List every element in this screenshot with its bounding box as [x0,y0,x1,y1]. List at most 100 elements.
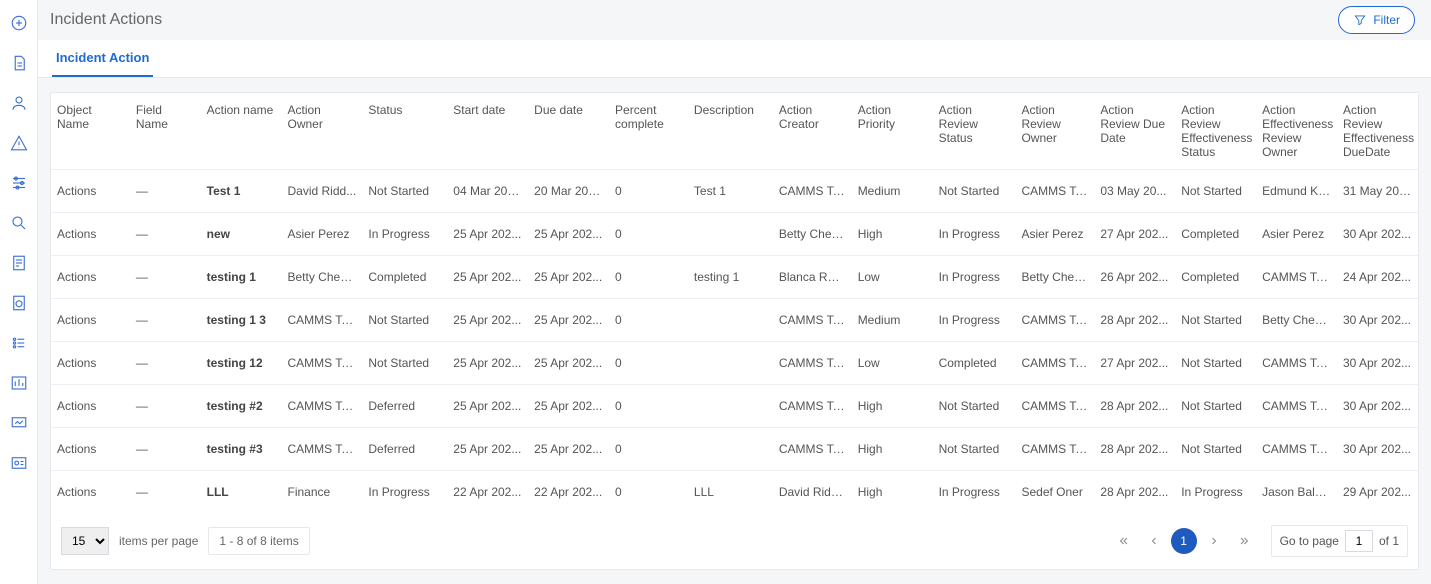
cell-desc [688,428,773,471]
column-header[interactable]: Action Review Due Date [1094,93,1175,170]
column-header[interactable]: Start date [447,93,528,170]
cell-field: — [130,170,201,213]
cell-status: Not Started [362,170,447,213]
cell-due: 25 Apr 202... [528,213,609,256]
page-next-button[interactable] [1201,528,1227,554]
cell-effowner: Betty Cheo... [1256,299,1337,342]
cell-pct: 0 [609,256,688,299]
user-icon[interactable] [8,92,30,114]
alert-icon[interactable] [8,132,30,154]
column-header[interactable]: Action Priority [852,93,933,170]
page-last-button[interactable] [1231,528,1257,554]
column-header[interactable]: Percent complete [609,93,688,170]
file-icon[interactable] [8,252,30,274]
cell-rstatus: In Progress [933,471,1016,514]
filter-icon [1353,13,1367,27]
cell-pct: 0 [609,428,688,471]
column-header[interactable]: Field Name [130,93,201,170]
table-row[interactable]: Actions—testing 12CAMMS Tes...Not Starte… [51,342,1418,385]
cell-object: Actions [51,213,130,256]
column-header[interactable]: Object Name [51,93,130,170]
table-row[interactable]: Actions—testing 1Betty Cheo...Completed2… [51,256,1418,299]
cell-effowner: CAMMS Tes... [1256,256,1337,299]
cell-effstatus: Completed [1175,256,1256,299]
table-row[interactable]: Actions—testing #2CAMMS Tes...Deferred25… [51,385,1418,428]
cell-pct: 0 [609,385,688,428]
cell-effstatus: Not Started [1175,299,1256,342]
cell-effdue: 30 Apr 202... [1337,213,1418,256]
column-header[interactable]: Action name [201,93,282,170]
cell-object: Actions [51,170,130,213]
cell-owner: Betty Cheo... [282,256,363,299]
column-header[interactable]: Action Effectiveness Review Owner [1256,93,1337,170]
cell-owner: Asier Perez [282,213,363,256]
page-first-button[interactable] [1111,528,1137,554]
cell-priority: Low [852,342,933,385]
cell-start: 25 Apr 202... [447,385,528,428]
cell-creator: CAMMS Tes... [773,428,852,471]
column-header[interactable]: Action Review Owner [1015,93,1094,170]
column-header[interactable]: Action Owner [282,93,363,170]
column-header[interactable]: Action Review Effectiveness Status [1175,93,1256,170]
filter-button[interactable]: Filter [1338,6,1415,34]
table-row[interactable]: Actions—LLLFinanceIn Progress22 Apr 202.… [51,471,1418,514]
cell-status: Not Started [362,299,447,342]
chart-icon[interactable] [8,372,30,394]
settings-icon[interactable] [8,172,30,194]
cell-name: testing #3 [201,428,282,471]
filter-label: Filter [1373,13,1400,27]
current-page[interactable]: 1 [1171,528,1197,554]
column-header[interactable]: Description [688,93,773,170]
cell-object: Actions [51,428,130,471]
search-icon[interactable] [8,212,30,234]
screen-icon[interactable] [8,412,30,434]
cell-effdue: 30 Apr 202... [1337,342,1418,385]
cell-status: In Progress [362,471,447,514]
cell-object: Actions [51,385,130,428]
cell-desc [688,385,773,428]
cell-due: 25 Apr 202... [528,256,609,299]
table-row[interactable]: Actions—Test 1David Ridd...Not Started04… [51,170,1418,213]
column-header[interactable]: Status [362,93,447,170]
cell-rowner: Asier Perez [1015,213,1094,256]
cell-rdue: 03 May 20... [1094,170,1175,213]
table-row[interactable]: Actions—newAsier PerezIn Progress25 Apr … [51,213,1418,256]
cell-object: Actions [51,471,130,514]
cell-effdue: 29 Apr 202... [1337,471,1418,514]
cell-object: Actions [51,299,130,342]
cell-start: 25 Apr 202... [447,213,528,256]
cell-pct: 0 [609,342,688,385]
cell-priority: High [852,213,933,256]
cell-pct: 0 [609,213,688,256]
cell-name: testing 1 3 [201,299,282,342]
column-header[interactable]: Due date [528,93,609,170]
cell-pct: 0 [609,170,688,213]
cell-effstatus: Not Started [1175,342,1256,385]
cell-start: 04 Mar 202... [447,170,528,213]
column-header[interactable]: Action Creator [773,93,852,170]
cell-pct: 0 [609,471,688,514]
table-row[interactable]: Actions—testing #3CAMMS Tes...Deferred25… [51,428,1418,471]
cell-desc [688,342,773,385]
tab-incident-action[interactable]: Incident Action [52,40,153,77]
cell-creator: CAMMS Tes... [773,170,852,213]
cell-due: 22 Apr 202... [528,471,609,514]
report-icon[interactable] [8,292,30,314]
column-header[interactable]: Action Review Status [933,93,1016,170]
table-row[interactable]: Actions—testing 1 3CAMMS Tes...Not Start… [51,299,1418,342]
cell-effdue: 30 Apr 202... [1337,428,1418,471]
cell-object: Actions [51,342,130,385]
document-icon[interactable] [8,52,30,74]
cell-creator: CAMMS Tes... [773,299,852,342]
add-icon[interactable] [8,12,30,34]
id-icon[interactable] [8,452,30,474]
cell-field: — [130,256,201,299]
page-size-select[interactable]: 15 [61,527,109,555]
goto-page-input[interactable] [1345,530,1373,552]
column-header[interactable]: Action Review Effectiveness DueDate [1337,93,1418,170]
list-icon[interactable] [8,332,30,354]
page-prev-button[interactable] [1141,528,1167,554]
cell-status: Deferred [362,385,447,428]
cell-effstatus: Completed [1175,213,1256,256]
cell-start: 22 Apr 202... [447,471,528,514]
